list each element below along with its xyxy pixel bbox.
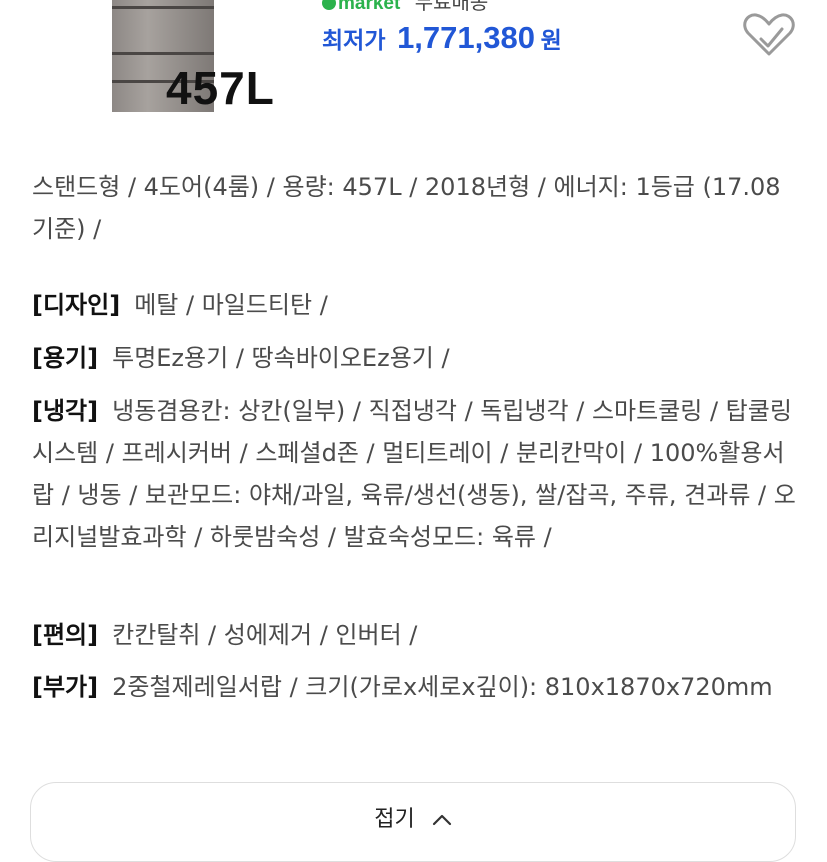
spec-key: [부가] (32, 673, 99, 701)
price-value: 1,771,380 (397, 20, 535, 55)
spec-container: [용기] 투명Ez용기 / 땅속바이오Ez용기 / (32, 337, 802, 379)
spec-value: 메탈 / 마일드티탄 / (134, 291, 328, 319)
spec-key: [냉각] (32, 397, 99, 425)
spec-key: [용기] (32, 344, 99, 372)
collapse-button[interactable]: 접기 (30, 782, 796, 862)
spec-value: 냉동겸용칸: 상칸(일부) / 직접냉각 / 독립냉각 / 스마트쿨링 / 탑쿨… (32, 397, 796, 551)
seller-row[interactable]: market 무료배송 (322, 0, 489, 14)
spec-design: [디자인] 메탈 / 마일드티탄 / (32, 284, 802, 326)
spec-summary: 스탠드형 / 4도어(4룸) / 용량: 457L / 2018년형 / 에너지… (32, 173, 781, 243)
heart-outline-icon (743, 13, 795, 56)
spec-key: [디자인] (32, 291, 121, 319)
spec-value: 칸칸탈취 / 성에제거 / 인버터 / (112, 621, 418, 649)
price-label: 최저가 (322, 28, 386, 54)
collapse-label: 접기 (374, 807, 415, 832)
price-unit: 원 (540, 28, 562, 54)
capacity-label: 457L (166, 62, 275, 114)
spec-value: 2중철제레일서랍 / 크기(가로x세로x깊이): 810x1870x720mm (112, 673, 773, 701)
seller-logo: market (322, 0, 400, 14)
wishlist-button[interactable] (742, 12, 796, 58)
spec-convenience: [편의] 칸칸탈취 / 성에제거 / 인버터 / (32, 614, 802, 656)
chevron-up-icon (432, 814, 451, 826)
spec-value: 투명Ez용기 / 땅속바이오Ez용기 / (112, 344, 450, 372)
spec-key: [편의] (32, 621, 99, 649)
spec-cooling: [냉각] 냉동겸용칸: 상칸(일부) / 직접냉각 / 독립냉각 / 스마트쿨링 … (32, 390, 802, 558)
price-row[interactable]: 최저가 1,771,380 원 (322, 20, 562, 56)
shipping-text: 무료배송 (414, 0, 489, 14)
spec-extra: [부가] 2중철제레일서랍 / 크기(가로x세로x깊이): 810x1870x72… (32, 666, 802, 708)
